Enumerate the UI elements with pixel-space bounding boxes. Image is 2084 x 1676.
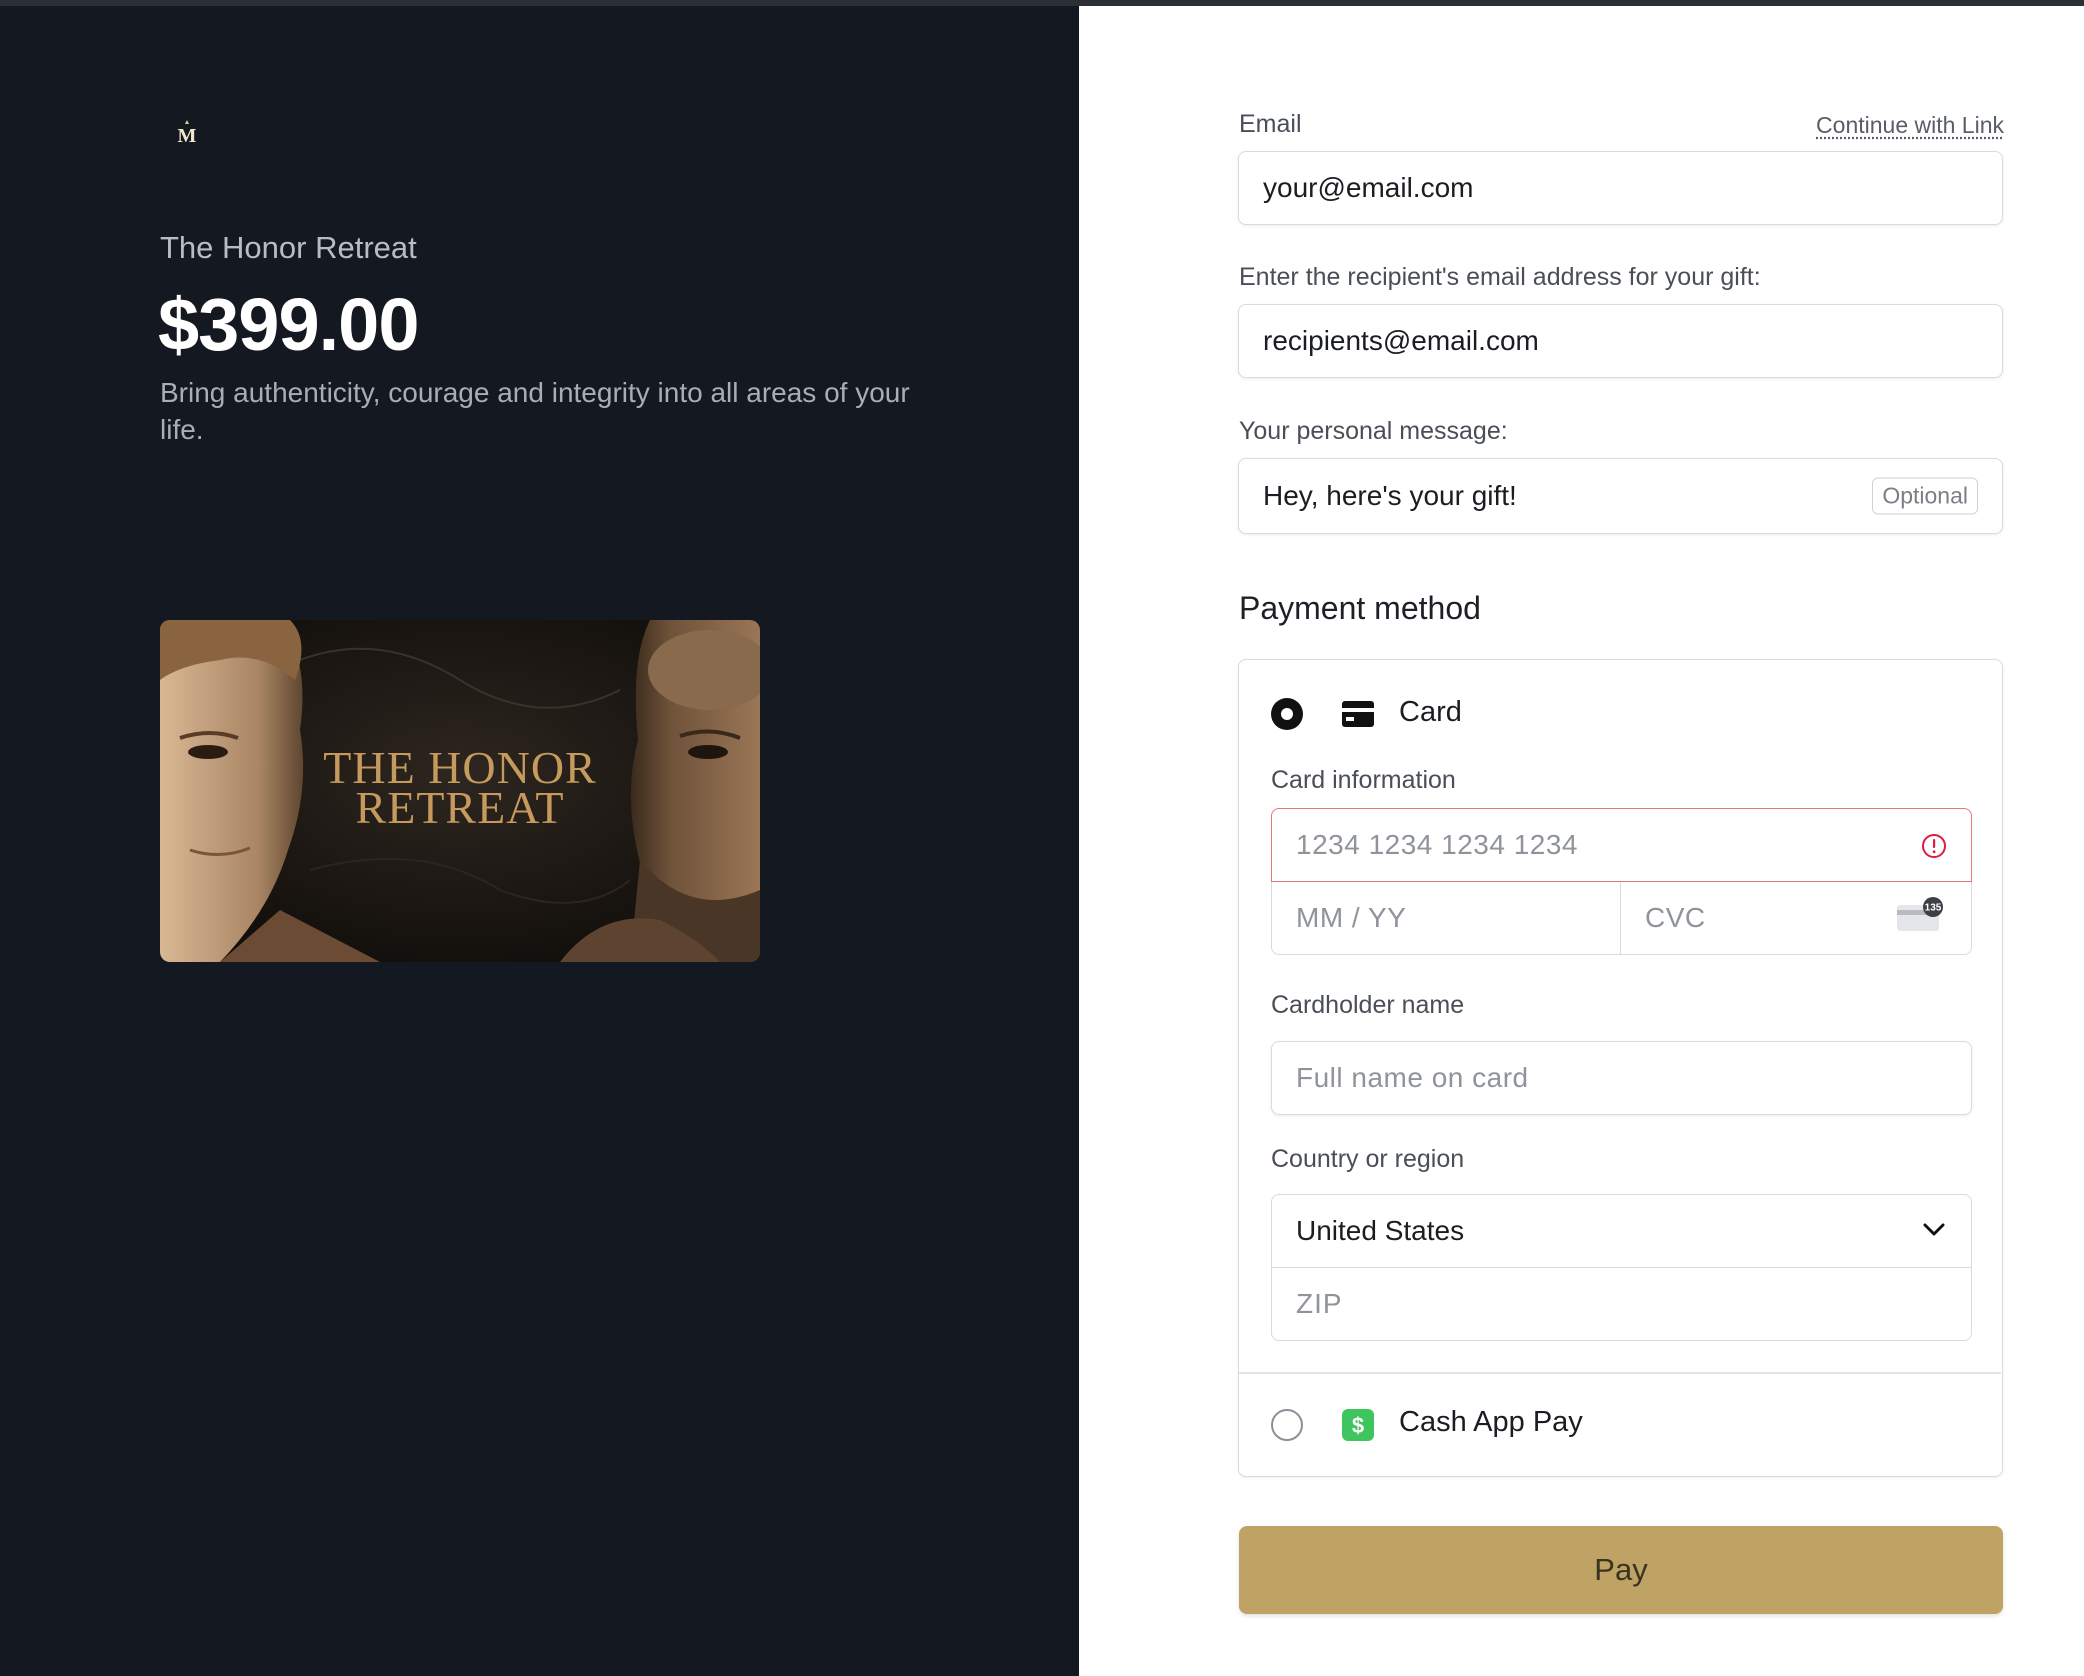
zip-input[interactable]: ZIP bbox=[1271, 1267, 1972, 1341]
cashapp-radio[interactable] bbox=[1271, 1409, 1303, 1441]
cashapp-option-label[interactable]: Cash App Pay bbox=[1399, 1406, 1583, 1439]
banner-title: THE HONOR RETREAT bbox=[323, 742, 597, 833]
expiry-input[interactable]: MM / YY bbox=[1271, 881, 1621, 955]
product-price: $399.00 bbox=[158, 283, 419, 366]
cash-app-icon: $ bbox=[1342, 1409, 1374, 1441]
alert-circle-icon bbox=[1922, 834, 1946, 858]
email-label: Email bbox=[1239, 110, 1302, 138]
continue-with-link[interactable]: Continue with Link bbox=[1816, 112, 2004, 139]
svg-text:135: 135 bbox=[1925, 903, 1942, 914]
cardholder-placeholder: Full name on card bbox=[1296, 1062, 1529, 1093]
recipient-label: Enter the recipient's email address for … bbox=[1239, 263, 1761, 291]
cvc-input[interactable]: CVC 135 bbox=[1620, 881, 1972, 955]
svg-text:M: M bbox=[178, 125, 197, 147]
country-label: Country or region bbox=[1271, 1145, 1465, 1173]
optional-badge: Optional bbox=[1872, 477, 1978, 515]
pay-button[interactable]: Pay bbox=[1239, 1526, 2003, 1614]
country-group: United States ZIP bbox=[1271, 1194, 1972, 1342]
cardholder-name-input[interactable]: Full name on card bbox=[1271, 1041, 1972, 1115]
payment-method-title: Payment method bbox=[1239, 590, 1481, 626]
payment-method-box: Card Card information 1234 1234 1234 123… bbox=[1238, 659, 2003, 1477]
window-top-bar bbox=[0, 0, 2084, 6]
card-option-label[interactable]: Card bbox=[1399, 696, 1462, 729]
product-name: The Honor Retreat bbox=[160, 230, 417, 265]
checkout-form-panel: Email Continue with Link your@email.com … bbox=[1079, 6, 2084, 1676]
logo-icon: M bbox=[178, 120, 197, 147]
expiry-placeholder: MM / YY bbox=[1296, 901, 1407, 933]
email-field[interactable]: your@email.com bbox=[1238, 151, 2003, 225]
brand-logo[interactable]: M bbox=[174, 118, 200, 148]
cvc-card-icon: 135 bbox=[1897, 897, 1943, 931]
card-information-group: 1234 1234 1234 1234 MM / YY CVC 135 bbox=[1271, 808, 1972, 956]
personal-message-field[interactable]: Hey, here's your gift! Optional bbox=[1238, 458, 2003, 534]
product-image: THE HONOR RETREAT bbox=[160, 620, 760, 962]
card-information-label: Card information bbox=[1271, 766, 1456, 794]
card-number-placeholder: 1234 1234 1234 1234 bbox=[1296, 829, 1578, 860]
message-label: Your personal message: bbox=[1239, 417, 1508, 445]
svg-text:$: $ bbox=[1352, 1413, 1364, 1438]
country-value: United States bbox=[1296, 1215, 1465, 1246]
recipient-email-field[interactable]: recipients@email.com bbox=[1238, 304, 2003, 378]
recipient-value: recipients@email.com bbox=[1263, 325, 1539, 356]
email-value: your@email.com bbox=[1263, 172, 1474, 203]
card-radio[interactable] bbox=[1271, 698, 1303, 730]
product-description: Bring authenticity, courage and integrit… bbox=[160, 377, 910, 445]
zip-placeholder: ZIP bbox=[1296, 1288, 1343, 1319]
message-value: Hey, here's your gift! bbox=[1263, 480, 1517, 511]
payment-option-divider bbox=[1239, 1372, 2001, 1374]
product-summary-panel: M The Honor Retreat $399.00 Bring authen… bbox=[0, 6, 1079, 1676]
credit-card-icon bbox=[1342, 701, 1374, 727]
cardholder-label: Cardholder name bbox=[1271, 991, 1465, 1019]
card-number-input[interactable]: 1234 1234 1234 1234 bbox=[1271, 808, 1972, 882]
country-select[interactable]: United States bbox=[1271, 1194, 1972, 1268]
cvc-placeholder: CVC bbox=[1645, 901, 1706, 933]
chevron-down-icon bbox=[1923, 1223, 1945, 1236]
